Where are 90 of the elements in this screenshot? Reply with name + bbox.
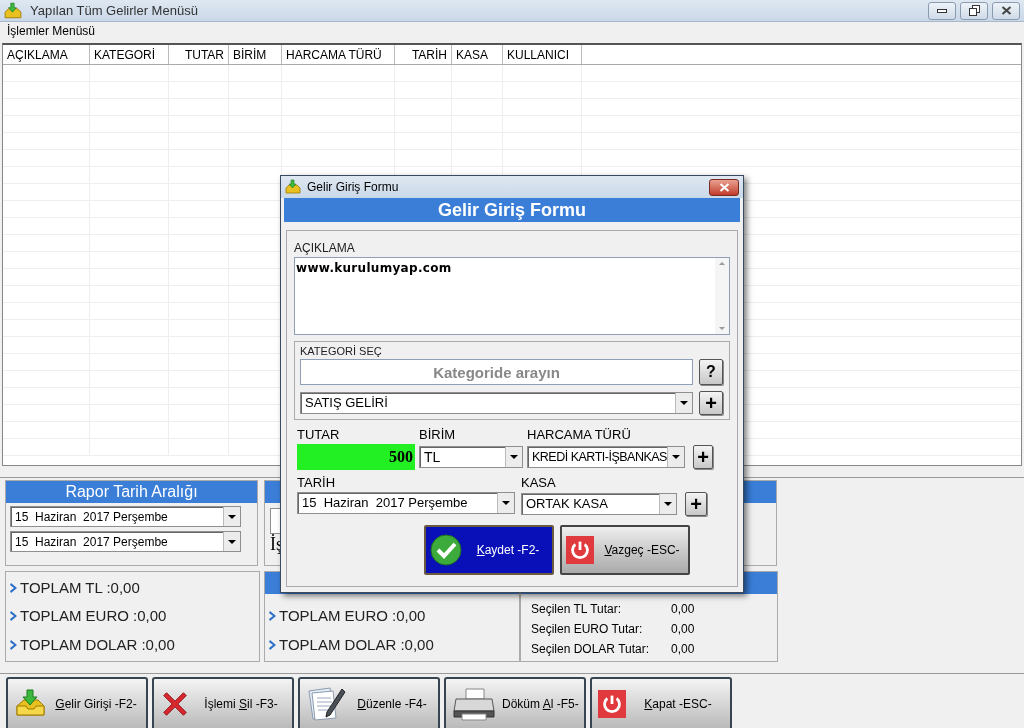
close-icon (718, 182, 730, 192)
total-label: Seçilen DOLAR Tutar: (531, 640, 651, 658)
toolbar-button[interactable]: İşlemi Sil -F3- (152, 677, 294, 728)
caret-icon (671, 455, 680, 459)
total-label: Seçilen EURO Tutar: (531, 620, 644, 638)
dropdown[interactable]: KREDİ KARTI-İŞBANKAS (527, 446, 685, 468)
group-label: KATEGORİ SEÇ (300, 344, 383, 357)
minimize-icon (937, 8, 947, 13)
column-header[interactable]: HARCAMA TÜRÜ (282, 45, 395, 64)
dropdown-value: TL (423, 447, 442, 467)
dropdown[interactable]: 15 Haziran 2017 Perşembe (10, 531, 241, 552)
total-value: 0,00 (671, 600, 695, 618)
toolbar-button[interactable]: Gelir Girişi -F2- (6, 677, 148, 728)
scroll-up-icon (719, 262, 725, 265)
chevron-icon (10, 582, 18, 595)
checkmark-icon (430, 534, 462, 566)
restore-button[interactable] (960, 1, 988, 20)
help-button[interactable]: ? (699, 359, 723, 385)
form-heading: Gelir Giriş Formu (284, 198, 740, 222)
dropdown[interactable]: TL (419, 446, 523, 468)
minimize-button[interactable] (928, 1, 956, 20)
dropdown-value: SATIŞ GELİRİ (304, 394, 389, 413)
chevron-icon (269, 638, 277, 651)
dropdown[interactable]: ORTAK KASA (521, 493, 678, 515)
caret-icon (510, 455, 518, 459)
dropdown[interactable]: SATIŞ GELİRİ (300, 392, 693, 414)
field-label: TARİH (297, 474, 337, 492)
panel-title: Rapor Tarih Aralığı (6, 481, 257, 503)
total-value: 0,00 (671, 620, 695, 638)
power-icon (598, 690, 626, 718)
chevron-icon (269, 610, 277, 623)
window-title: Yapılan Tüm Gelirler Menüsü (30, 1, 198, 20)
chevron-icon (10, 638, 18, 651)
caret-icon (228, 539, 236, 544)
toolbar-button[interactable]: Kapat -ESC- (590, 677, 732, 728)
column-header[interactable]: TARİH (395, 45, 452, 64)
caret-icon (228, 514, 236, 519)
field-label: HARCAMA TÜRÜ (527, 426, 632, 444)
close-button[interactable] (992, 1, 1020, 20)
caret-icon (680, 401, 688, 405)
column-header[interactable]: AÇIKLAMA (3, 45, 90, 64)
add-button[interactable]: + (692, 445, 713, 469)
field-value: 500 (389, 447, 413, 467)
toolbar-button[interactable]: Düzenle -F4- (298, 677, 440, 728)
total-label: TOPLAM EURO :0,00 (20, 606, 167, 627)
dropdown[interactable]: 15 Haziran 2017 Perşembe (10, 506, 241, 527)
column-header[interactable]: KATEGORİ (90, 45, 169, 64)
add-button[interactable]: + (685, 492, 707, 516)
total-label: TOPLAM DOLAR :0,00 (279, 634, 434, 655)
close-button[interactable] (709, 178, 739, 196)
dropdown-value: KREDİ KARTI-İŞBANKAS (531, 448, 667, 466)
chevron-icon (10, 610, 18, 623)
scroll-down-icon (719, 327, 725, 330)
total-label: TOPLAM TL :0,00 (20, 577, 140, 598)
total-label: TOPLAM EURO :0,00 (279, 606, 426, 626)
field-label: AÇIKLAMA (294, 240, 356, 255)
dropdown-value: ORTAK KASA (525, 495, 609, 514)
printer-icon (452, 687, 496, 721)
dropdown[interactable]: 15 Haziran 2017 Perşembe (297, 492, 515, 514)
total-label: TOPLAM DOLAR :0,00 (20, 634, 175, 655)
column-header[interactable]: KULLANICI (503, 45, 582, 64)
power-icon (566, 536, 594, 564)
add-button[interactable]: + (699, 391, 723, 415)
total-label: Seçilen TL Tutar: (531, 600, 623, 618)
close-icon (1000, 6, 1012, 15)
dropdown-value: 15 Haziran 2017 Perşembe (14, 508, 169, 526)
field-label: KASA (521, 474, 557, 492)
total-value: 0,00 (671, 640, 695, 658)
dialog-button[interactable]: Kaydet -F2- (424, 525, 554, 575)
dialog-title: Gelir Giriş Formu (307, 179, 399, 196)
dropdown-value: 15 Haziran 2017 Perşembe (301, 494, 469, 513)
text-area-value: www.kurulumyap.com (295, 260, 453, 277)
field-label: BİRİM (419, 426, 457, 444)
document-pen-icon (306, 686, 346, 722)
field-label: TUTAR (297, 426, 341, 444)
amount-field[interactable]: 500 (297, 444, 415, 470)
dropdown-value: 15 Haziran 2017 Perşembe (14, 533, 169, 551)
restore-icon (968, 5, 980, 16)
app-icon (285, 179, 301, 195)
search-field[interactable]: Kategoride arayın (300, 359, 693, 385)
cross-icon (160, 689, 190, 719)
caret-icon (502, 501, 510, 505)
column-header[interactable]: KASA (452, 45, 503, 64)
column-header[interactable]: BİRİM (229, 45, 282, 64)
app-icon (4, 1, 22, 20)
toolbar-button[interactable]: Döküm Al -F5- (444, 677, 586, 728)
column-header[interactable]: TUTAR (169, 45, 229, 64)
text-area[interactable]: www.kurulumyap.com (294, 257, 730, 335)
menu-item[interactable]: İşlemler Menüsü (7, 22, 96, 40)
dialog-button[interactable]: Vazgeç -ESC- (560, 525, 690, 575)
